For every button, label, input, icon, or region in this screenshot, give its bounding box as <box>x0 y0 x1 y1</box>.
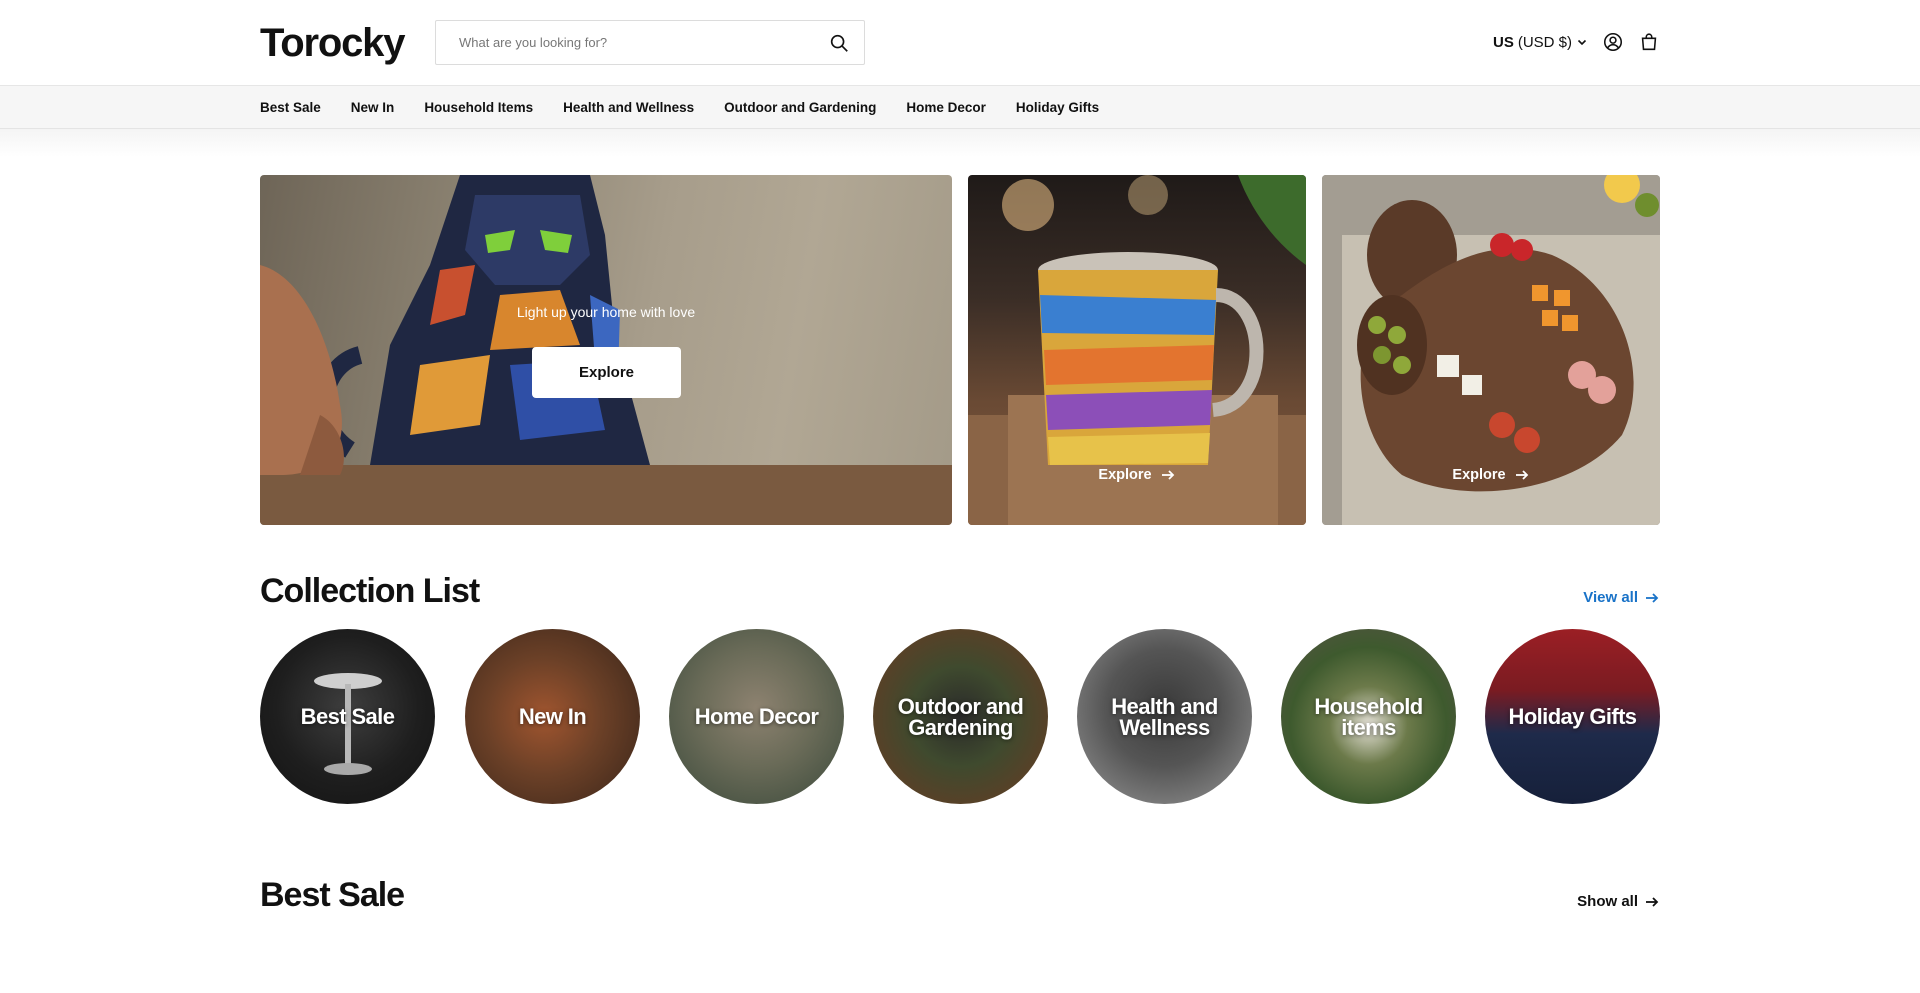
hero-banner[interactable]: Light up your home with love Explore <box>260 175 952 525</box>
nav-item-new-in[interactable]: New In <box>351 100 395 115</box>
collection-new-in[interactable]: New In <box>465 629 640 804</box>
octopus-explore-label: Explore <box>1452 467 1506 483</box>
collection-label: Holiday Gifts <box>1508 704 1637 729</box>
best-sale-title: Best Sale <box>260 876 405 914</box>
nav-shadow <box>0 129 1920 157</box>
currency-country: US <box>1492 33 1514 51</box>
collection-outdoor-gardening[interactable]: Outdoor and Gardening <box>873 629 1048 804</box>
octopus-explore-link[interactable]: Explore <box>1322 467 1660 483</box>
site-header: Torocky US (USD $) <box>0 0 1920 86</box>
arrow-right-icon <box>1646 592 1659 603</box>
collection-label: Household items <box>1314 693 1423 740</box>
arrow-right-icon <box>1161 470 1174 480</box>
collection-best-sale[interactable]: Best Sale <box>260 629 435 804</box>
nav-item-best-sale[interactable]: Best Sale <box>260 100 321 115</box>
arrow-right-icon <box>1646 896 1659 907</box>
collection-home-decor[interactable]: Home Decor <box>669 629 844 804</box>
view-all-label: View all <box>1583 589 1638 606</box>
arrow-right-icon <box>1515 470 1528 480</box>
nav-item-health-wellness[interactable]: Health and Wellness <box>563 100 694 115</box>
collection-label: Best Sale <box>300 704 395 729</box>
collection-label: New In <box>518 704 587 729</box>
show-all-label: Show all <box>1577 893 1638 910</box>
nav-item-holiday-gifts[interactable]: Holiday Gifts <box>1016 100 1099 115</box>
nav-item-household-items[interactable]: Household Items <box>424 100 533 115</box>
main-nav: Best Sale New In Household Items Health … <box>0 86 1920 129</box>
header-actions: US (USD $) <box>1493 30 1660 54</box>
collection-household-items[interactable]: Household items <box>1281 629 1456 804</box>
collection-holiday-gifts[interactable]: Holiday Gifts <box>1485 629 1660 804</box>
currency-code: (USD $) <box>1517 33 1572 51</box>
cart-bag-icon[interactable] <box>1638 31 1660 53</box>
search-input[interactable] <box>436 21 816 64</box>
nav-item-home-decor[interactable]: Home Decor <box>906 100 986 115</box>
site-logo[interactable]: Torocky <box>260 20 405 66</box>
search-icon[interactable] <box>828 32 850 54</box>
collection-list-title: Collection List <box>260 572 480 610</box>
mug-explore-link[interactable]: Explore <box>968 467 1306 483</box>
mug-explore-label: Explore <box>1098 467 1152 483</box>
nav-list: Best Sale New In Household Items Health … <box>260 86 1099 129</box>
hero-tagline: Light up your home with love <box>516 304 696 320</box>
collection-list: Best Sale New In Home Decor Outdoor and … <box>260 629 1660 804</box>
collection-label: Health and Wellness <box>1111 693 1218 740</box>
show-all-link[interactable]: Show all <box>1577 893 1660 910</box>
view-all-link[interactable]: View all <box>1583 589 1660 606</box>
promo-banner-mug[interactable]: Explore <box>968 175 1306 525</box>
currency-selector[interactable]: US (USD $) <box>1493 34 1588 51</box>
collection-label: Home Decor <box>694 704 819 729</box>
collection-label: Outdoor and Gardening <box>897 693 1024 740</box>
account-icon[interactable] <box>1602 31 1624 53</box>
search-box <box>435 20 865 65</box>
hero-explore-button[interactable]: Explore <box>532 347 681 398</box>
chevron-down-icon <box>1577 39 1587 46</box>
nav-item-outdoor-gardening[interactable]: Outdoor and Gardening <box>724 100 876 115</box>
promo-banner-octopus[interactable]: Explore <box>1322 175 1660 525</box>
collection-health-wellness[interactable]: Health and Wellness <box>1077 629 1252 804</box>
